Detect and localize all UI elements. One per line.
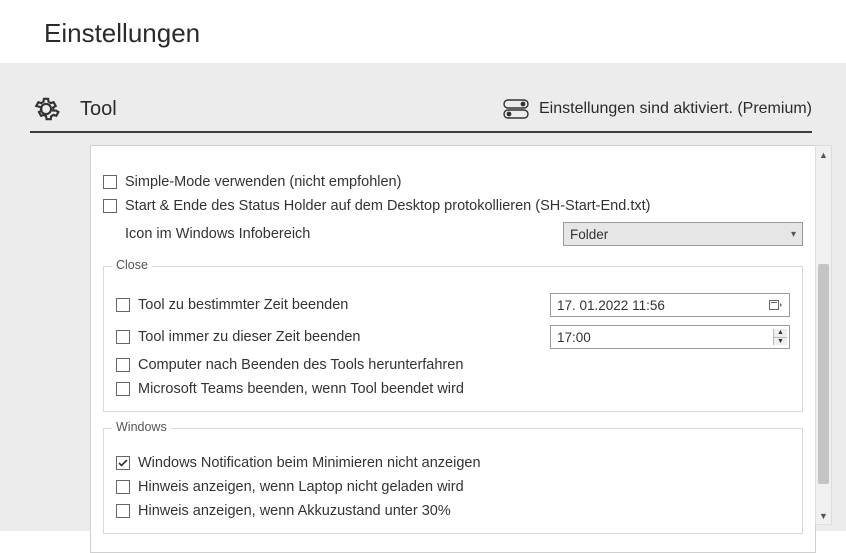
checkbox-battery[interactable] xyxy=(116,504,130,518)
gear-icon xyxy=(30,93,62,125)
label-laptop[interactable]: Hinweis anzeigen, wenn Laptop nicht gela… xyxy=(138,479,464,495)
group-windows: Windows Windows Notification beim Minimi… xyxy=(103,428,803,534)
time-value: 17:00 xyxy=(557,330,591,345)
calendar-dropdown-icon xyxy=(767,299,783,311)
datetime-picker-end[interactable]: 17. 01.2022 11:56 xyxy=(550,293,790,317)
scrollbar-up[interactable]: ▲ xyxy=(816,146,831,163)
section-header: Tool Einstellungen sind aktiviert. (Prem… xyxy=(30,93,812,133)
page-title: Einstellungen xyxy=(0,0,846,63)
row-simple-mode: Simple-Mode verwenden (nicht empfohlen) xyxy=(103,170,803,194)
row-no-notify: Windows Notification beim Minimieren nic… xyxy=(116,451,790,475)
legend-windows: Windows xyxy=(112,420,171,434)
time-picker-always-end[interactable]: 17:00 ▲ ▼ xyxy=(550,325,790,349)
checkbox-always-end[interactable] xyxy=(116,330,130,344)
spinner-down[interactable]: ▼ xyxy=(774,338,787,346)
label-teams[interactable]: Microsoft Teams beenden, wenn Tool beend… xyxy=(138,381,464,397)
content-area: Tool Einstellungen sind aktiviert. (Prem… xyxy=(0,63,846,531)
row-end-at-time: Tool zu bestimmter Zeit beenden 17. 01.2… xyxy=(116,289,790,321)
checkbox-laptop[interactable] xyxy=(116,480,130,494)
row-protocol: Start & Ende des Status Holder auf dem D… xyxy=(103,194,803,218)
label-no-notify[interactable]: Windows Notification beim Minimieren nic… xyxy=(138,455,481,471)
checkbox-end-at-time[interactable] xyxy=(116,298,130,312)
scrollbar-thumb[interactable] xyxy=(818,264,829,484)
datetime-value: 17. 01.2022 11:56 xyxy=(557,298,665,313)
row-laptop: Hinweis anzeigen, wenn Laptop nicht gela… xyxy=(116,475,790,499)
group-general: Simple-Mode verwenden (nicht empfohlen) … xyxy=(103,160,803,250)
section-name: Tool xyxy=(80,98,117,121)
select-icon-infobereich[interactable]: Folder ▾ xyxy=(563,222,803,246)
row-icon-infobereich: Icon im Windows Infobereich Folder ▾ xyxy=(103,218,803,250)
group-close: Close Tool zu bestimmter Zeit beenden 17… xyxy=(103,266,803,412)
time-spinner: ▲ ▼ xyxy=(773,329,787,345)
row-shutdown: Computer nach Beenden des Tools herunter… xyxy=(116,353,790,377)
label-shutdown[interactable]: Computer nach Beenden des Tools herunter… xyxy=(138,357,463,373)
section-status-text: Einstellungen sind aktiviert. (Premium) xyxy=(539,100,812,118)
label-protocol[interactable]: Start & Ende des Status Holder auf dem D… xyxy=(125,198,650,214)
checkbox-shutdown[interactable] xyxy=(116,358,130,372)
chevron-down-icon: ▾ xyxy=(791,229,796,240)
label-always-end[interactable]: Tool immer zu dieser Zeit beenden xyxy=(138,329,360,345)
legend-close: Close xyxy=(112,258,152,272)
spinner-up[interactable]: ▲ xyxy=(774,329,787,338)
settings-panel: Simple-Mode verwenden (nicht empfohlen) … xyxy=(90,145,816,525)
label-simple-mode[interactable]: Simple-Mode verwenden (nicht empfohlen) xyxy=(125,174,401,190)
label-battery[interactable]: Hinweis anzeigen, wenn Akkuzustand unter… xyxy=(138,503,451,519)
row-teams: Microsoft Teams beenden, wenn Tool beend… xyxy=(116,377,790,401)
checkbox-teams[interactable] xyxy=(116,382,130,396)
scrollbar[interactable]: ▲ ▼ xyxy=(815,145,832,525)
checkbox-protocol[interactable] xyxy=(103,199,117,213)
toggle-icon xyxy=(503,99,529,119)
scroll-content: Simple-Mode verwenden (nicht empfohlen) … xyxy=(90,145,816,553)
checkbox-simple-mode[interactable] xyxy=(103,175,117,189)
select-icon-value: Folder xyxy=(570,227,608,242)
section-status: Einstellungen sind aktiviert. (Premium) xyxy=(503,99,812,119)
checkbox-no-notify[interactable] xyxy=(116,456,130,470)
label-icon-infobereich: Icon im Windows Infobereich xyxy=(125,226,310,242)
row-battery: Hinweis anzeigen, wenn Akkuzustand unter… xyxy=(116,499,790,523)
row-always-end: Tool immer zu dieser Zeit beenden 17:00 … xyxy=(116,321,790,353)
scrollbar-down[interactable]: ▼ xyxy=(816,507,831,524)
label-end-at-time[interactable]: Tool zu bestimmter Zeit beenden xyxy=(138,297,348,313)
